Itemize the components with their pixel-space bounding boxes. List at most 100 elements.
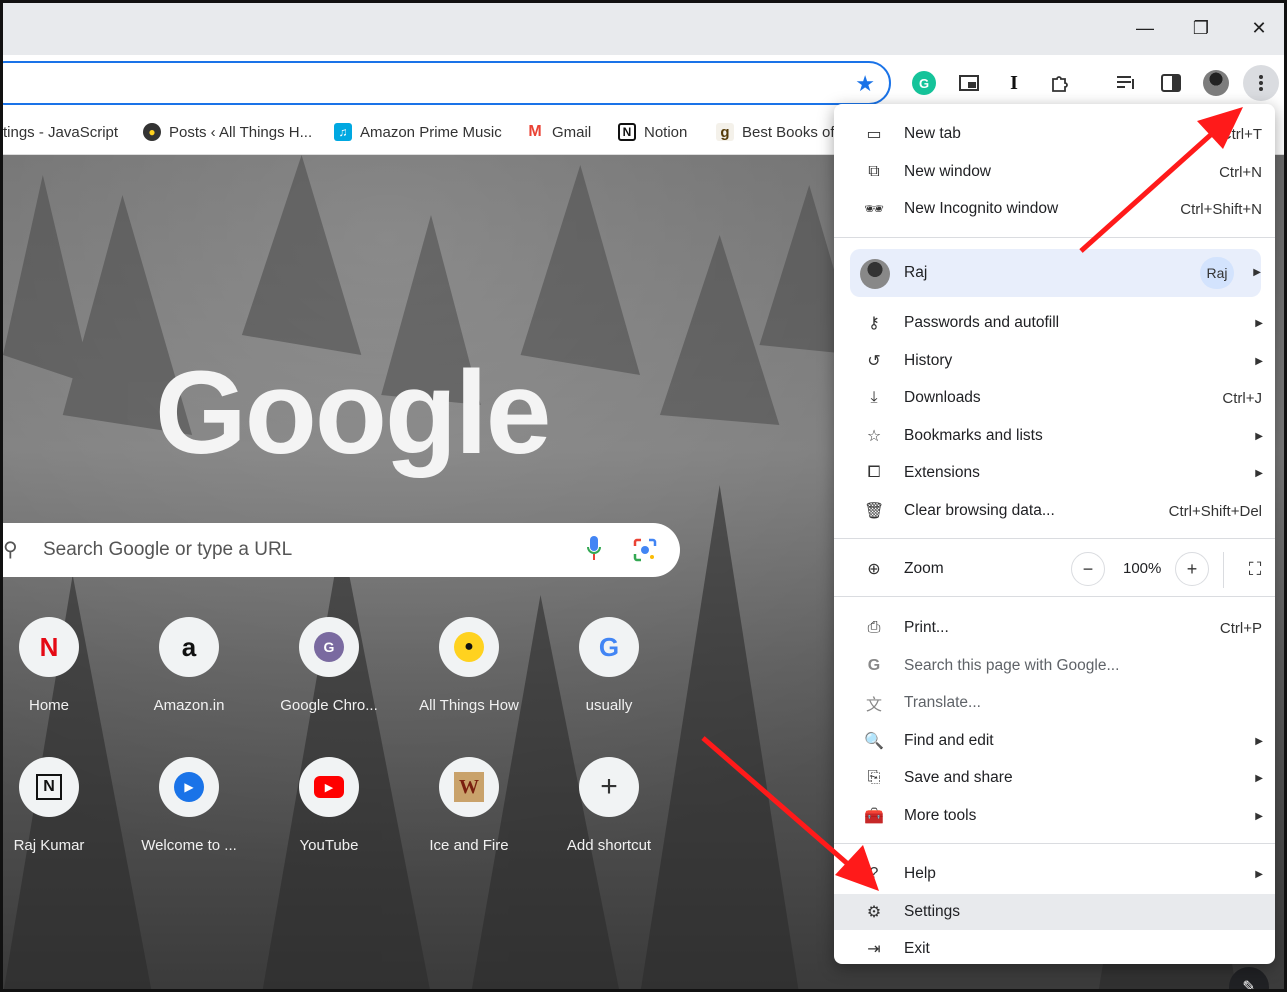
menu-item-save-share[interactable]: ⎘ Save and share ▶	[834, 760, 1275, 796]
notion-icon: N	[618, 123, 636, 141]
chrome-menu-button[interactable]	[1243, 65, 1279, 101]
bulb-icon: ●	[143, 123, 161, 141]
bookmark-label: Gmail	[552, 123, 592, 141]
menu-divider	[834, 596, 1275, 597]
close-window-button[interactable]: ✕	[1239, 13, 1279, 43]
shortcut-tile[interactable]: N Raj Kumar	[3, 757, 114, 854]
menu-item-more-tools[interactable]: 🧰 More tools ▶	[834, 798, 1275, 834]
chevron-right-icon: ▶	[1255, 467, 1263, 479]
shortcut-tile[interactable]: G Google Chro...	[264, 617, 394, 714]
bookmark-star-icon[interactable]: ★	[855, 71, 875, 97]
chevron-right-icon: ▶	[1255, 868, 1263, 880]
address-bar[interactable]: ★	[3, 61, 891, 105]
toolbar: ★	[3, 55, 1284, 111]
shortcut-label: Raj Kumar	[13, 837, 85, 854]
shortcut-label: Ice and Fire	[429, 837, 509, 854]
menu-item-label: History	[904, 352, 953, 369]
zoom-icon: ⊕	[867, 561, 881, 578]
goodreads-icon: g	[716, 123, 734, 141]
bookmark-item[interactable]: tings - JavaScript	[3, 121, 118, 143]
menu-item-label: Search this page with Google...	[904, 657, 1120, 674]
avatar	[860, 259, 890, 289]
chevron-right-icon: ▶	[1255, 355, 1263, 367]
zoom-in-button[interactable]: +	[1175, 552, 1209, 586]
menu-item-label: Find and edit	[904, 732, 994, 749]
bookmark-item[interactable]: M Gmail	[526, 121, 591, 143]
browser-window: — ❐ ✕ ★ G I tings - JavaScript ● Posts ‹ …	[0, 0, 1287, 992]
menu-item-history[interactable]: ↺ History ▶	[834, 343, 1275, 379]
menu-item-incognito[interactable]: 🕶 New Incognito window Ctrl+Shift+N	[834, 191, 1275, 227]
picture-in-picture-icon[interactable]	[951, 65, 987, 101]
menu-item-label: Downloads	[904, 389, 981, 406]
shortcut-tile[interactable]: N Home	[3, 617, 114, 714]
shortcut-label: All Things How	[419, 697, 519, 714]
letter-g-avatar-icon: G	[299, 617, 359, 677]
menu-item-help[interactable]: ? Help ▶	[834, 856, 1275, 892]
search-icon: ⚲	[3, 539, 18, 561]
shortcut-tile[interactable]: ● All Things How	[404, 617, 534, 714]
menu-item-new-tab[interactable]: ▭ New tab Ctrl+T	[834, 116, 1275, 152]
help-icon: ?	[869, 865, 879, 882]
menu-item-downloads[interactable]: ⤓ Downloads Ctrl+J	[834, 380, 1275, 416]
netflix-icon: N	[19, 617, 79, 677]
restore-button[interactable]: ❐	[1181, 13, 1221, 43]
search-placeholder[interactable]: Search Google or type a URL	[43, 539, 292, 561]
bookmark-item[interactable]: ♫ Amazon Prime Music	[334, 121, 502, 143]
trash-icon: 🗑	[864, 503, 885, 520]
menu-item-label: Bookmarks and lists	[904, 427, 1043, 444]
zoom-out-button[interactable]: −	[1071, 552, 1105, 586]
bookmark-label: Notion	[644, 123, 688, 141]
google-lens-icon[interactable]	[633, 538, 657, 562]
menu-item-passwords[interactable]: ⚷ Passwords and autofill ▶	[834, 305, 1275, 341]
menu-item-exit[interactable]: ⇥ Exit	[834, 931, 1275, 967]
menu-item-find-edit[interactable]: 🔍 Find and edit ▶	[834, 723, 1275, 759]
grammarly-extension-icon[interactable]: G	[912, 71, 936, 95]
menu-item-print[interactable]: ⎙ Print... Ctrl+P	[834, 610, 1275, 646]
menu-item-bookmarks[interactable]: ☆ Bookmarks and lists ▶	[834, 418, 1275, 454]
text-extension-icon[interactable]: I	[996, 65, 1032, 101]
google-g-icon: G	[867, 657, 881, 674]
print-icon: ⎙	[867, 619, 881, 636]
menu-item-settings[interactable]: ⚙ Settings	[834, 894, 1275, 930]
shortcut-tile[interactable]: G usually	[544, 617, 674, 714]
profile-avatar[interactable]	[1198, 65, 1234, 101]
menu-item-clear-data[interactable]: 🗑 Clear browsing data... Ctrl+Shift+Del	[834, 493, 1275, 529]
menu-item-label: Settings	[904, 903, 961, 920]
save-icon: ⎘	[867, 769, 881, 786]
plus-icon: +	[579, 757, 639, 817]
new-window-icon: ⧉	[868, 163, 880, 180]
ntp-search-box[interactable]: ⚲ Search Google or type a URL	[3, 523, 680, 577]
shortcut-tile[interactable]: a Amazon.in	[124, 617, 254, 714]
reading-list-icon[interactable]	[1108, 65, 1144, 101]
menu-item-shortcut: Ctrl+J	[1222, 389, 1262, 407]
minimize-button[interactable]: —	[1125, 13, 1165, 43]
find-icon: 🔍	[864, 733, 884, 750]
shortcut-tile[interactable]: W Ice and Fire	[404, 757, 534, 854]
bookmark-item[interactable]: ● Posts ‹ All Things H...	[143, 121, 312, 143]
bookmark-label: Best Books of	[742, 123, 835, 141]
shortcut-tile[interactable]: ▶ Welcome to ...	[124, 757, 254, 854]
westeros-icon: W	[439, 757, 499, 817]
gear-icon: ⚙	[866, 904, 882, 921]
shortcut-tile[interactable]: ▶ YouTube	[264, 757, 394, 854]
translate-icon: 文	[865, 697, 882, 714]
bookmark-item[interactable]: g Best Books of	[716, 121, 835, 143]
menu-item-label: Help	[904, 865, 936, 882]
bookmark-item[interactable]: N Notion	[618, 121, 687, 143]
menu-item-extensions[interactable]: ⧠ Extensions ▶	[834, 455, 1275, 491]
menu-item-new-window[interactable]: ⧉ New window Ctrl+N	[834, 154, 1275, 190]
toolbox-icon: 🧰	[864, 808, 884, 825]
menu-item-label: Print...	[904, 619, 949, 636]
menu-item-shortcut: Ctrl+T	[1220, 125, 1262, 143]
incognito-icon: 🕶	[864, 201, 885, 218]
side-panel-icon[interactable]	[1153, 65, 1189, 101]
menu-profile-row[interactable]: Raj Raj ▶	[850, 249, 1261, 297]
microphone-icon[interactable]	[587, 536, 601, 562]
fullscreen-icon[interactable]: ⛶	[1238, 552, 1272, 586]
chevron-right-icon: ▶	[1255, 772, 1263, 784]
bookmark-label: Posts ‹ All Things H...	[169, 123, 313, 141]
add-shortcut-tile[interactable]: + Add shortcut	[544, 757, 674, 854]
menu-item-shortcut: Ctrl+Shift+N	[1180, 200, 1262, 218]
play-circle-icon: ▶	[159, 757, 219, 817]
extensions-puzzle-icon[interactable]	[1042, 65, 1078, 101]
